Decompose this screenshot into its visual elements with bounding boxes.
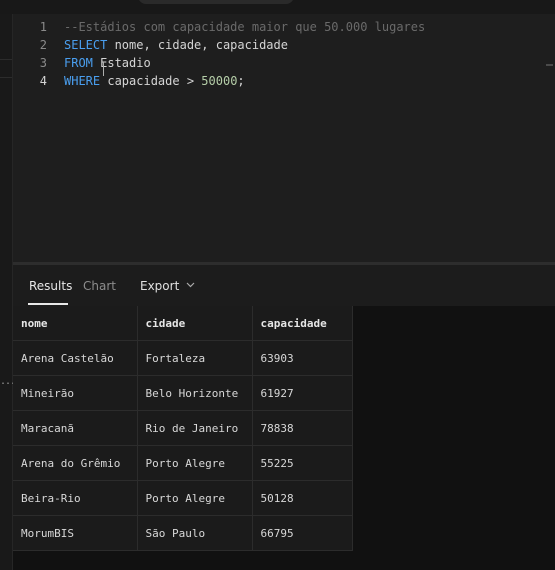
sql-semicolon: ;: [237, 74, 245, 88]
code-line: 3 FROM Estadio: [13, 54, 555, 72]
column-header[interactable]: capacidade: [251, 306, 353, 341]
table-cell[interactable]: Porto Alegre: [136, 445, 253, 481]
sql-text: nome, cidade, capacidade: [107, 38, 288, 52]
sql-editor[interactable]: 1 --Estádios com capacidade maior que 50…: [13, 14, 555, 262]
table-row: Arena do Grêmio Porto Alegre 55225: [13, 445, 353, 481]
code-text: --Estádios com capacidade maior que 50.0…: [64, 18, 425, 36]
table-cell[interactable]: Fortaleza: [136, 340, 253, 376]
sql-keyword: FROM: [64, 56, 93, 70]
line-number: 3: [39, 56, 47, 70]
table-cell[interactable]: Rio de Janeiro: [136, 410, 253, 446]
active-tab-indicator: [28, 303, 68, 305]
export-button[interactable]: Export: [140, 279, 179, 293]
top-strip: [0, 0, 555, 14]
table-row: Arena Castelão Fortaleza 63903: [13, 340, 353, 376]
table-cell[interactable]: Arena Castelão: [13, 340, 138, 376]
table-cell[interactable]: Mineirão: [13, 375, 138, 411]
table-cell[interactable]: MorumBIS: [13, 515, 138, 551]
sql-text: Estadio: [92, 56, 151, 70]
table-cell[interactable]: 55225: [251, 445, 353, 481]
left-activity-strip: ...: [0, 14, 16, 570]
table-cell[interactable]: Beira-Rio: [13, 480, 138, 516]
overflow-ellipsis[interactable]: ...: [0, 376, 16, 387]
text-cursor: [103, 62, 104, 76]
results-tabbar: Results Chart Export: [13, 265, 555, 307]
sql-comment: --Estádios com capacidade maior que 50.0…: [64, 20, 426, 34]
table-cell[interactable]: Maracanã: [13, 410, 138, 446]
code-text: FROM Estadio: [64, 54, 151, 72]
table-cell[interactable]: Belo Horizonte: [136, 375, 253, 411]
results-table: nome cidade capacidade Arena Castelão Fo…: [13, 306, 353, 551]
minimap-marker: [546, 64, 553, 66]
sql-text: capacidade: [100, 74, 187, 88]
sql-operator: >: [186, 74, 195, 88]
code-line: 2 SELECT nome, cidade, capacidade: [13, 36, 555, 54]
tab-results[interactable]: Results: [29, 279, 72, 293]
code-text: WHERE capacidade > 50000;: [64, 72, 245, 90]
table-row: MorumBIS São Paulo 66795: [13, 515, 353, 551]
tab-chart[interactable]: Chart: [83, 279, 116, 293]
line-number: 4: [39, 74, 47, 88]
line-number: 1: [39, 20, 47, 34]
sql-keyword: WHERE: [64, 74, 101, 88]
table-header-row: nome cidade capacidade: [13, 306, 353, 341]
table-cell[interactable]: São Paulo: [136, 515, 253, 551]
table-cell[interactable]: 61927: [251, 375, 353, 411]
code-text: SELECT nome, cidade, capacidade: [64, 36, 288, 54]
column-header[interactable]: cidade: [136, 306, 253, 341]
table-cell[interactable]: 50128: [251, 480, 353, 516]
table-cell[interactable]: 66795: [251, 515, 353, 551]
strip-divider: [0, 59, 12, 60]
table-cell[interactable]: 78838: [251, 410, 353, 446]
strip-divider: [0, 77, 12, 78]
line-number: 2: [39, 38, 47, 52]
table-row: Mineirão Belo Horizonte 61927: [13, 375, 353, 411]
code-line: 1 --Estádios com capacidade maior que 50…: [13, 18, 555, 36]
table-cell[interactable]: Porto Alegre: [136, 480, 253, 516]
column-header[interactable]: nome: [13, 306, 138, 341]
table-row: Maracanã Rio de Janeiro 78838: [13, 410, 353, 446]
code-line: 4 WHERE capacidade > 50000;: [13, 72, 555, 90]
table-row: Beira-Rio Porto Alegre 50128: [13, 480, 353, 516]
chevron-down-icon[interactable]: [186, 280, 195, 289]
sql-number: 50000: [201, 74, 238, 88]
sql-keyword: SELECT: [64, 38, 108, 52]
table-cell[interactable]: 63903: [251, 340, 353, 376]
table-cell[interactable]: Arena do Grêmio: [13, 445, 138, 481]
window-pill: [138, 0, 294, 4]
results-grid-area: nome cidade capacidade Arena Castelão Fo…: [13, 306, 555, 570]
